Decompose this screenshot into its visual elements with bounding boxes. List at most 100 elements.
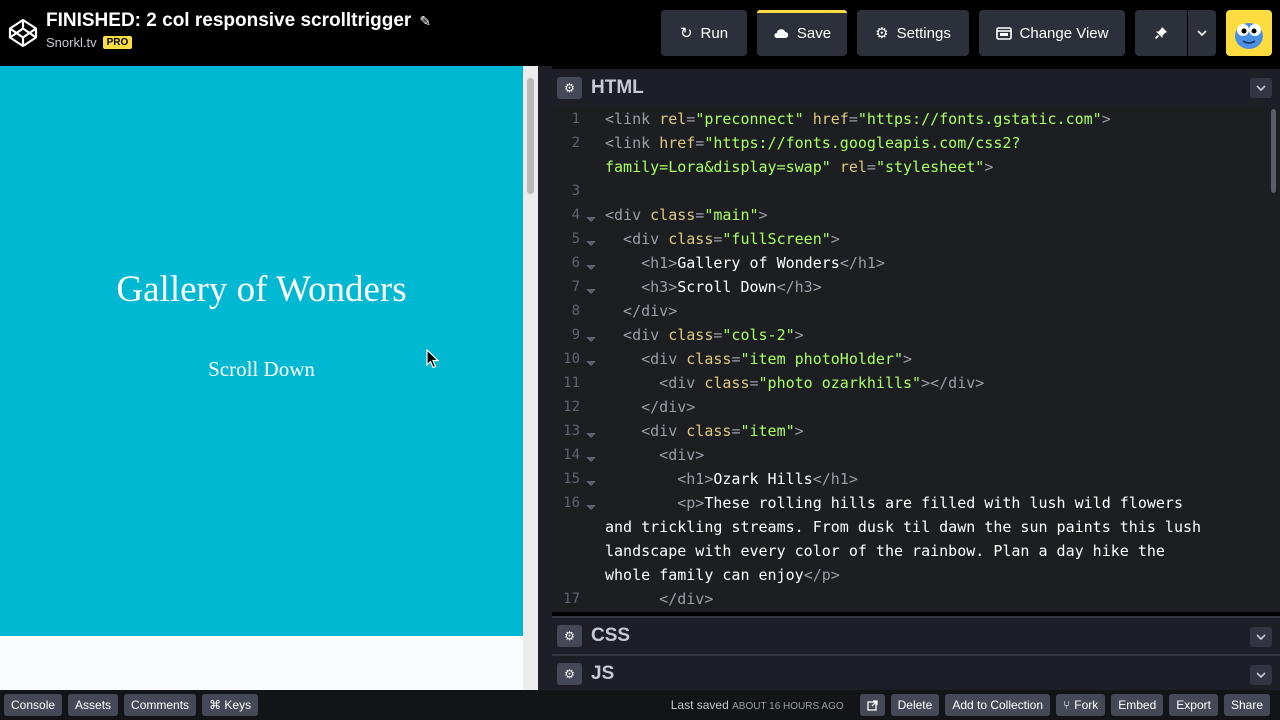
code-text: </div> (605, 590, 714, 608)
refresh-icon: ↻ (679, 25, 693, 42)
code-text: <link rel="preconnect" href="https://fon… (605, 110, 1111, 128)
code-scroll-thumb[interactable] (1271, 109, 1276, 193)
fold-arrow-icon[interactable] (586, 457, 596, 462)
line-number: 12 (563, 399, 580, 415)
embed-button[interactable]: Embed (1111, 694, 1164, 716)
preview-scrollbar[interactable] (523, 66, 538, 690)
edit-pencil-icon[interactable]: ✎ (419, 13, 431, 30)
line-number: 11 (563, 375, 580, 391)
line-number: 8 (571, 303, 580, 319)
code-text: <div class="item"> (605, 422, 804, 440)
line-number: 5 (571, 231, 580, 247)
code-text: <h1>Gallery of Wonders</h1> (605, 254, 885, 272)
open-new-window-button[interactable] (859, 694, 885, 716)
footer-left-group: Console Assets Comments ⌘ Keys (4, 694, 264, 716)
pin-dropdown-button[interactable] (1188, 10, 1216, 56)
editor-column: ⚙ HTML 1 <link rel="preconnect" href="htt… (538, 66, 1280, 692)
console-button[interactable]: Console (4, 694, 63, 716)
bottom-bar: Console Assets Comments ⌘ Keys Last save… (0, 690, 1280, 720)
pin-button[interactable] (1135, 10, 1187, 56)
line-number: 13 (563, 423, 580, 439)
code-text: <div class="photo ozarkhills"></div> (605, 374, 985, 392)
avatar-face-icon (1235, 23, 1263, 49)
css-settings-gear-icon[interactable]: ⚙ (557, 625, 582, 647)
preview-scroll-thumb[interactable] (527, 78, 534, 194)
pin-icon (1154, 27, 1167, 40)
css-collapse-chevron-icon[interactable] (1250, 627, 1272, 647)
fold-arrow-icon[interactable] (586, 481, 596, 486)
fold-arrow-icon[interactable] (586, 361, 596, 366)
share-button[interactable]: Share (1223, 694, 1270, 716)
save-button[interactable]: Save (757, 10, 847, 56)
pen-title[interactable]: FINISHED: 2 col responsive scrolltrigger… (46, 10, 431, 32)
js-collapse-chevron-icon[interactable] (1250, 665, 1272, 685)
fold-arrow-icon[interactable] (586, 337, 596, 342)
export-button[interactable]: Export (1169, 694, 1218, 716)
code-text: <div class="main"> (605, 206, 768, 224)
gallery-heading: Gallery of Wonders (116, 269, 407, 310)
comments-button[interactable]: Comments (124, 694, 197, 716)
code-text: and trickling streams. From dusk til daw… (605, 518, 1202, 536)
js-panel-header[interactable]: ⚙ JS (552, 654, 1280, 692)
fork-button[interactable]: ⑂ Fork (1056, 694, 1106, 716)
fold-arrow-icon[interactable] (586, 241, 596, 246)
keys-button[interactable]: ⌘ Keys (202, 694, 259, 716)
html-code-editor[interactable]: 1 <link rel="preconnect" href="https://fo… (552, 107, 1280, 612)
assets-button[interactable]: Assets (68, 694, 119, 716)
line-number: 14 (563, 447, 580, 463)
change-view-label: Change View (1019, 24, 1109, 42)
top-header: FINISHED: 2 col responsive scrolltrigger… (0, 0, 1280, 66)
html-settings-gear-icon[interactable]: ⚙ (557, 77, 582, 99)
line-number: 3 (571, 183, 580, 199)
user-avatar[interactable] (1226, 10, 1272, 56)
code-text: <div> (605, 446, 705, 464)
run-button[interactable]: ↻ Run (661, 10, 747, 56)
codepen-logo-icon[interactable] (8, 18, 38, 48)
fork-label: Fork (1074, 698, 1099, 712)
run-label: Run (700, 24, 729, 42)
html-panel-header[interactable]: ⚙ HTML (552, 69, 1280, 107)
owner-row: Snorkl.tv PRO (46, 35, 431, 50)
fold-arrow-icon[interactable] (586, 289, 596, 294)
fork-icon: ⑂ (1063, 698, 1071, 712)
line-number: 2 (571, 135, 580, 151)
line-number: 6 (571, 255, 580, 271)
owner-link[interactable]: Snorkl.tv (46, 35, 97, 50)
fold-arrow-icon[interactable] (586, 217, 596, 222)
fold-arrow-icon[interactable] (586, 265, 596, 270)
change-view-button[interactable]: Change View (979, 10, 1125, 56)
fold-arrow-icon[interactable] (586, 505, 596, 510)
line-number: 10 (563, 351, 580, 367)
result-preview[interactable]: Gallery of Wonders Scroll Down (0, 66, 523, 690)
code-text: </div> (605, 302, 678, 320)
line-number: 4 (571, 207, 580, 223)
html-collapse-chevron-icon[interactable] (1250, 78, 1272, 98)
fold-arrow-icon[interactable] (586, 433, 596, 438)
gear-icon: ⚙ (875, 25, 889, 42)
js-settings-gear-icon[interactable]: ⚙ (557, 663, 582, 685)
code-text: landscape with every color of the rainbo… (605, 542, 1165, 560)
external-link-icon (866, 699, 878, 711)
code-text: <h3>Scroll Down</h3> (605, 278, 822, 296)
pen-title-text: FINISHED: 2 col responsive scrolltrigger (46, 10, 412, 31)
code-text: whole family can enjoy</p> (605, 566, 840, 584)
code-text: <p>These rolling hills are filled with l… (605, 494, 1183, 512)
editor-resize-handle[interactable] (538, 66, 552, 690)
save-label: Save (796, 24, 832, 42)
css-panel-header[interactable]: ⚙ CSS (552, 616, 1280, 654)
scroll-down-text: Scroll Down (208, 357, 315, 381)
settings-button[interactable]: ⚙ Settings (857, 10, 969, 56)
delete-button[interactable]: Delete (890, 694, 940, 716)
settings-label: Settings (896, 24, 951, 42)
code-text: <link href="https://fonts.googleapis.com… (605, 134, 1021, 152)
js-panel-title: JS (591, 663, 615, 684)
footer-right-group: Last saved ABOUT 16 HOURS AGO Delete Add… (671, 694, 1276, 716)
add-to-collection-button[interactable]: Add to Collection (945, 694, 1051, 716)
pro-badge: PRO (102, 36, 133, 49)
line-number: 16 (563, 495, 580, 511)
cloud-icon (774, 29, 789, 39)
css-panel-title: CSS (591, 625, 631, 646)
code-text: family=Lora&display=swap" rel="styleshee… (605, 158, 994, 176)
code-text: <div class="cols-2"> (605, 326, 804, 344)
html-panel-title: HTML (591, 77, 644, 98)
